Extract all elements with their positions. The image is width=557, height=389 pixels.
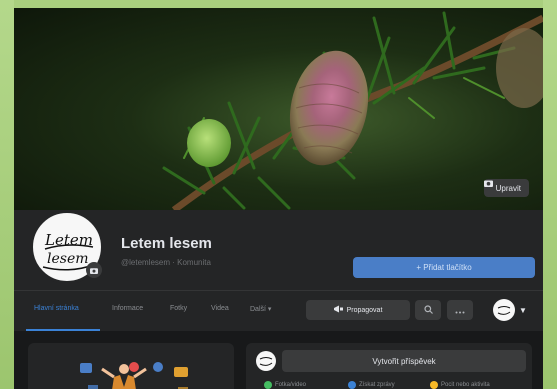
add-button[interactable]: + Přidat tlačítko bbox=[353, 257, 535, 278]
background-right bbox=[543, 0, 557, 389]
tab-more[interactable]: Další ▾ bbox=[250, 305, 271, 313]
edit-cover-button[interactable]: Upravit bbox=[483, 179, 529, 197]
profile-header: Letem lesem Letem lesem @letemlesem · Ko… bbox=[14, 210, 543, 290]
smiley-icon bbox=[430, 381, 438, 389]
page-window: Upravit Letem lesem Letem lesem @letemle… bbox=[14, 8, 543, 389]
more-options-button[interactable] bbox=[447, 300, 473, 320]
background-left bbox=[0, 0, 14, 389]
tab-photos[interactable]: Fotky bbox=[170, 305, 187, 312]
account-avatar[interactable] bbox=[493, 299, 515, 321]
tab-videos[interactable]: Videa bbox=[211, 305, 229, 312]
feeling-activity-label: Pocit nebo aktivita bbox=[441, 382, 490, 388]
photo-icon bbox=[264, 381, 272, 389]
chevron-down-icon[interactable]: ▼ bbox=[519, 306, 527, 315]
megaphone-icon bbox=[333, 305, 343, 315]
search-icon bbox=[423, 301, 433, 319]
letem-lesem-logo-small bbox=[494, 300, 514, 320]
search-button[interactable] bbox=[415, 300, 441, 320]
cover-image bbox=[162, 11, 543, 210]
get-messages-label: Získat zprávy bbox=[359, 382, 395, 388]
composer-avatar bbox=[256, 351, 276, 371]
photo-video-action[interactable]: Fotka/video bbox=[264, 381, 306, 389]
cover-photo[interactable]: Upravit bbox=[14, 8, 543, 210]
create-post-button[interactable]: Vytvořit příspěvek bbox=[282, 350, 526, 372]
composer-card: Vytvořit příspěvek Fotka/video Získat zp… bbox=[246, 343, 532, 389]
ellipsis-icon bbox=[455, 301, 465, 319]
svg-text:lesem: lesem bbox=[47, 251, 89, 267]
avatar-camera-button[interactable] bbox=[86, 262, 102, 278]
page-subtitle: @letemlesem · Komunita bbox=[121, 258, 211, 267]
messenger-icon bbox=[348, 381, 356, 389]
promote-button[interactable]: Propagovat bbox=[306, 300, 410, 320]
promote-label: Propagovat bbox=[346, 306, 383, 314]
camera-icon bbox=[90, 261, 98, 279]
content-area: Vytvořit příspěvek Fotka/video Získat zp… bbox=[14, 331, 543, 389]
tab-home[interactable]: Hlavní stránka bbox=[34, 305, 79, 312]
promo-card[interactable] bbox=[28, 343, 234, 389]
photo-video-label: Fotka/video bbox=[275, 382, 307, 388]
tab-about[interactable]: Informace bbox=[112, 305, 143, 312]
feeling-activity-action[interactable]: Pocit nebo aktivita bbox=[430, 381, 490, 389]
edit-cover-label: Upravit bbox=[495, 183, 521, 193]
page-title: Letem lesem bbox=[121, 235, 212, 252]
promo-illustration bbox=[80, 362, 188, 389]
page-tabs: Hlavní stránka Informace Fotky Videa Dal… bbox=[14, 290, 543, 332]
get-messages-action[interactable]: Získat zprávy bbox=[348, 381, 395, 389]
